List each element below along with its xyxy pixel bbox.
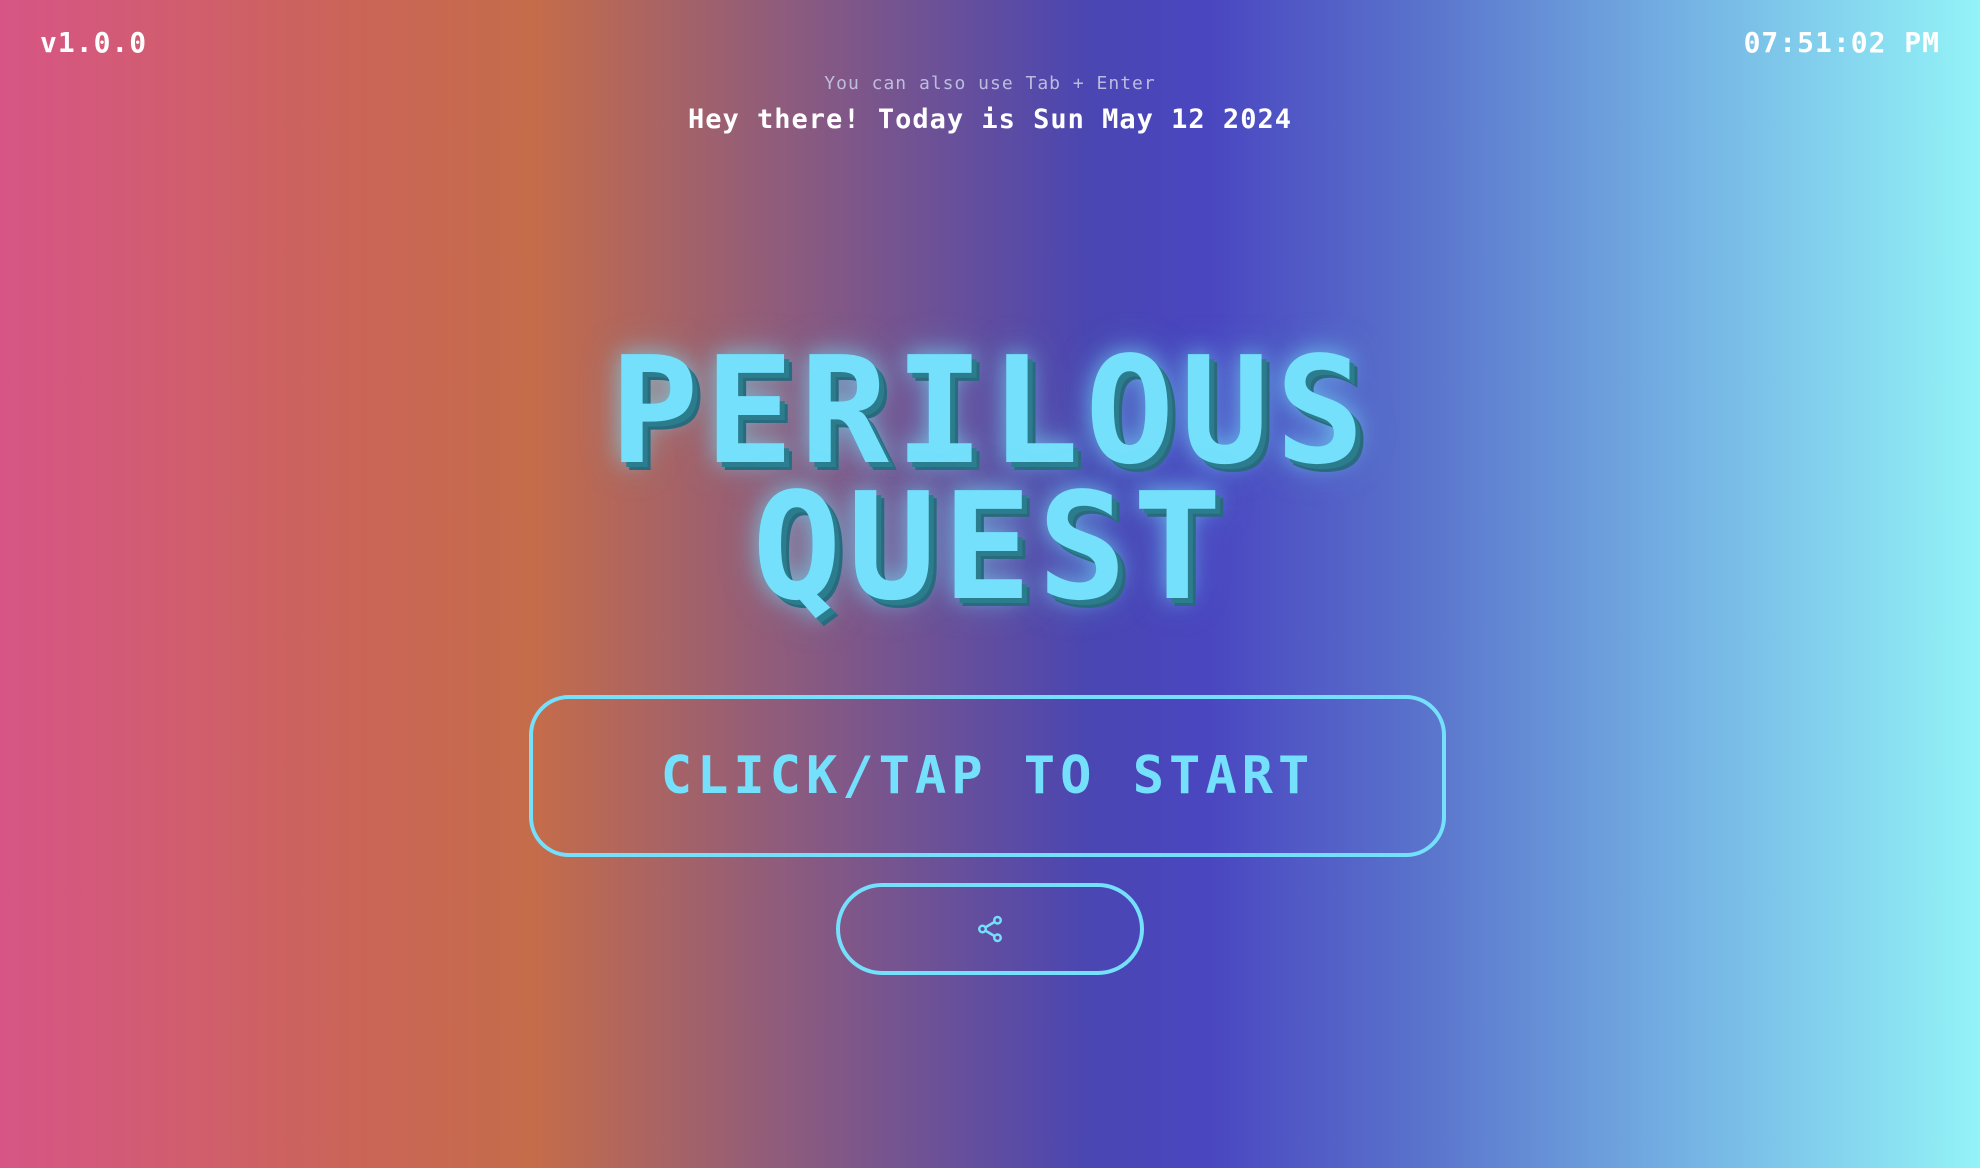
keyboard-hint: You can also use Tab + Enter <box>824 73 1156 94</box>
greeting-text: Hey there! Today is Sun May 12 2024 <box>688 104 1292 135</box>
start-button[interactable]: CLICK/TAP TO START <box>529 695 1446 857</box>
share-button[interactable] <box>836 883 1144 975</box>
title-line-2: QUEST <box>752 461 1228 633</box>
share-icon <box>978 915 1002 943</box>
title-line-1: PERILOUS <box>609 325 1371 497</box>
clock-display: 07:51:02 PM <box>1743 26 1940 59</box>
game-title: PERILOUS QUEST <box>0 325 1980 633</box>
version-label: v1.0.0 <box>40 26 148 59</box>
